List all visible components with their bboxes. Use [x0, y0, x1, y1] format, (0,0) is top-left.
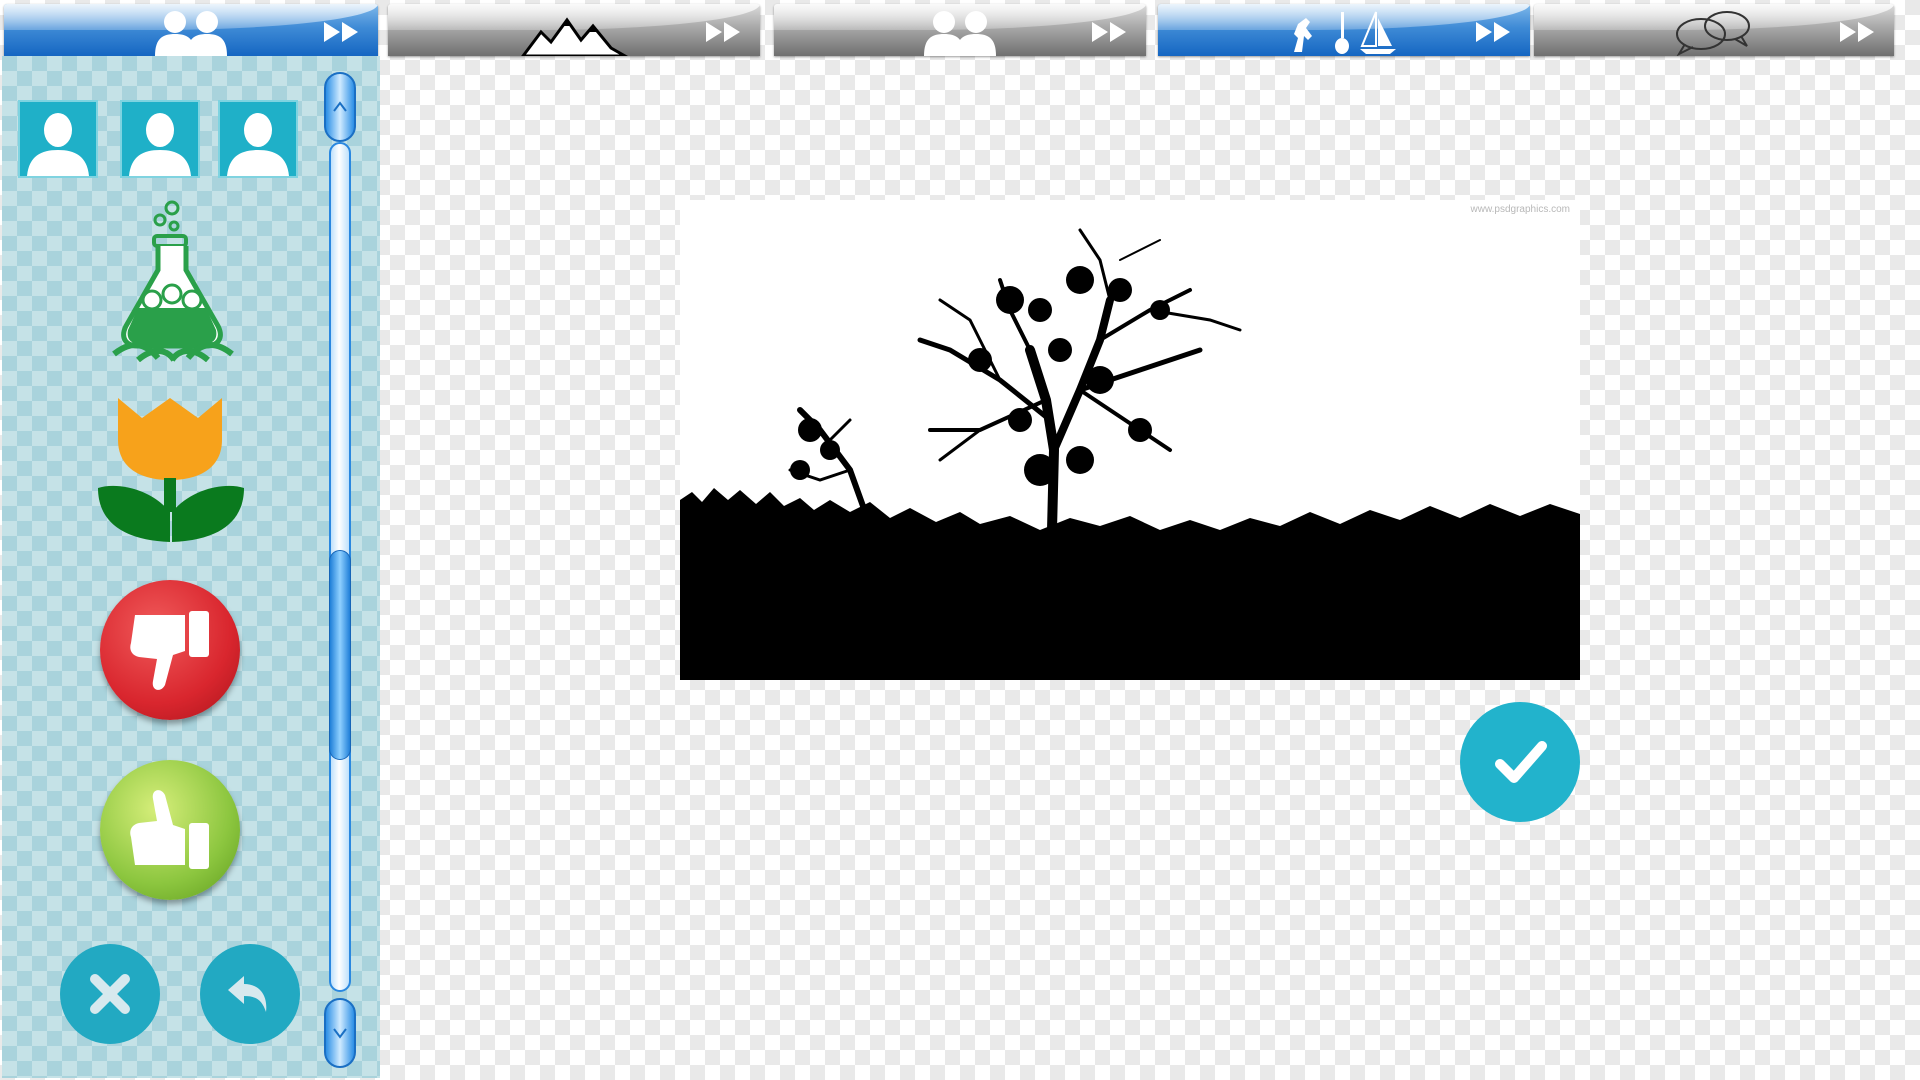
speech-bubbles-icon	[1669, 8, 1759, 56]
fast-forward-icon	[1838, 20, 1878, 49]
tree-silhouette-graphic	[680, 228, 1580, 680]
fast-forward-icon	[1090, 20, 1130, 49]
tulip-icon	[98, 398, 244, 542]
tree-silhouette-image: www.psdgraphics.com	[680, 200, 1580, 680]
science-flask-button[interactable]	[108, 198, 238, 363]
horse-guitar-boat-icon	[1284, 8, 1404, 56]
tab-people[interactable]	[4, 4, 378, 56]
dislike-button[interactable]	[100, 580, 240, 720]
avatar-button-3[interactable]	[218, 100, 298, 178]
checkmark-icon	[1495, 741, 1547, 783]
avatar-button-1[interactable]	[18, 100, 98, 178]
science-flask-icon	[112, 200, 234, 363]
vertical-scrollbar[interactable]	[324, 72, 356, 1068]
chevron-down-icon	[333, 1028, 347, 1039]
confirm-button[interactable]	[1460, 702, 1580, 822]
two-people-icon	[141, 8, 241, 56]
tab-people-2[interactable]	[774, 4, 1146, 56]
fast-forward-icon	[704, 20, 744, 49]
undo-button[interactable]	[200, 944, 300, 1044]
image-watermark: www.psdgraphics.com	[1470, 204, 1570, 215]
undo-icon	[228, 976, 267, 1012]
avatar-button-2[interactable]	[120, 100, 200, 178]
person-icon	[129, 113, 191, 176]
tab-hobbies[interactable]	[1158, 4, 1530, 56]
chevron-up-icon	[333, 101, 347, 112]
person-icon	[27, 113, 89, 176]
like-button[interactable]	[100, 760, 240, 900]
tab-landscape[interactable]	[388, 4, 760, 56]
tulip-button[interactable]	[98, 396, 244, 542]
thumbs-down-icon	[130, 611, 209, 690]
fast-forward-icon	[322, 20, 362, 49]
mountains-icon	[519, 10, 629, 56]
person-icon	[227, 113, 289, 176]
fast-forward-icon	[1474, 20, 1514, 49]
tool-panel	[2, 56, 380, 1078]
two-people-icon	[910, 8, 1010, 56]
scroll-thumb[interactable]	[329, 550, 351, 760]
close-icon	[90, 974, 130, 1014]
thumbs-up-icon	[130, 790, 209, 869]
close-button[interactable]	[60, 944, 160, 1044]
tab-speech[interactable]	[1534, 4, 1894, 56]
scroll-up-button[interactable]	[324, 72, 356, 142]
scroll-down-button[interactable]	[324, 998, 356, 1068]
